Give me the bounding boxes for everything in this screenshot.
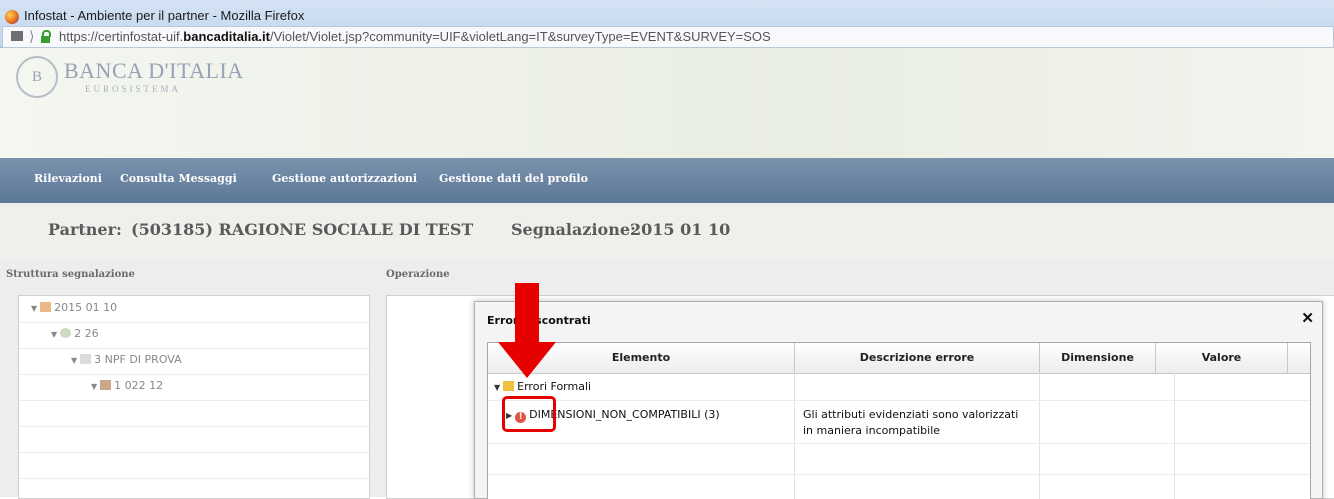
main-nav: Rilevazioni Consulta Messaggi Gestione a… xyxy=(0,158,1334,203)
tree-row xyxy=(19,400,369,427)
tree-row[interactable]: ▼ 3 NPF DI PROVA xyxy=(19,348,369,375)
lock-icon xyxy=(41,30,51,43)
nav-gestione-dati-profilo[interactable]: Gestione dati del profilo xyxy=(439,172,588,185)
segnalazione-label: Segnalazione: xyxy=(511,220,636,239)
url-text[interactable]: https://certinfostat-uif.bancaditalia.it… xyxy=(59,29,771,44)
row-description-line2: in maniera incompatibile xyxy=(803,424,941,437)
firefox-icon xyxy=(5,10,19,24)
briefcase-icon xyxy=(100,380,112,390)
table-row xyxy=(488,444,1310,475)
node-icon xyxy=(60,328,72,338)
window-title: Infostat - Ambiente per il partner - Moz… xyxy=(24,8,305,23)
table-row[interactable]: ▼ Errori Formali xyxy=(488,374,1310,401)
segnalazione-value: 2015 01 10 xyxy=(630,220,731,239)
logo-subtitle: EUROSISTEMA xyxy=(85,84,182,94)
operation-panel-title: Operazione xyxy=(386,269,450,280)
tree-row[interactable]: ▼ 2 26 xyxy=(19,322,369,349)
expand-triangle-icon[interactable]: ▼ xyxy=(91,382,97,391)
page-icon xyxy=(11,31,23,41)
nav-consulta-messaggi[interactable]: Consulta Messaggi xyxy=(120,172,237,185)
annotation-arrow xyxy=(515,283,539,343)
logo-name: BANCA D'ITALIA xyxy=(64,58,244,83)
bank-logo-icon: B xyxy=(16,56,58,98)
address-bar[interactable]: ⟩ https://certinfostat-uif.bancaditalia.… xyxy=(2,26,1334,48)
column-header-dimensione[interactable]: Dimensione xyxy=(1040,343,1156,373)
errors-table: Elemento Descrizione errore Dimensione V… xyxy=(487,342,1311,499)
row-element[interactable]: ▼ Errori Formali xyxy=(494,380,591,393)
tree-row xyxy=(19,452,369,479)
tree-panel-title: Struttura segnalazione xyxy=(6,269,135,280)
annotation-highlight-box xyxy=(502,396,556,432)
column-header-descrizione[interactable]: Descrizione errore xyxy=(795,343,1040,373)
nav-gestione-autorizzazioni[interactable]: Gestione autorizzazioni xyxy=(272,172,417,185)
site-header: B BANCA D'ITALIA EUROSISTEMA xyxy=(0,48,1334,158)
errors-dialog: Errori riscontrati ✕ Elemento Descrizion… xyxy=(474,301,1323,499)
info-row: Partner: (503185) RAGIONE SOCIALE DI TES… xyxy=(0,203,1334,259)
expand-triangle-icon[interactable]: ▼ xyxy=(31,304,37,313)
folder-icon xyxy=(503,381,515,391)
tree-node[interactable]: ▼ 2 26 xyxy=(51,327,99,340)
tree-row[interactable]: ▼ 1 022 12 xyxy=(19,374,369,401)
tree-node[interactable]: ▼ 3 NPF DI PROVA xyxy=(71,353,182,366)
chevron-right-icon: ⟩ xyxy=(29,28,35,44)
structure-tree: ▼ 2015 01 10 ▼ 2 26 ▼ 3 NPF DI PROVA ▼ 1 022… xyxy=(18,295,370,499)
partner-label: Partner: xyxy=(48,220,122,239)
browser-title-bar: Infostat - Ambiente per il partner - Moz… xyxy=(0,0,1334,48)
document-icon xyxy=(80,354,92,364)
column-header-valore[interactable]: Valore xyxy=(1156,343,1288,373)
tree-node[interactable]: ▼ 1 022 12 xyxy=(91,379,163,392)
tree-node[interactable]: ▼ 2015 01 10 xyxy=(31,301,117,314)
nav-rilevazioni[interactable]: Rilevazioni xyxy=(34,172,102,185)
table-row[interactable]: ▶! DIMENSIONI_NON_COMPATIBILI (3) Gli att… xyxy=(488,401,1310,444)
tree-row[interactable]: ▼ 2015 01 10 xyxy=(19,296,369,323)
row-description: Gli attributi evidenziati sono valorizza… xyxy=(803,408,1019,421)
expand-triangle-icon[interactable]: ▼ xyxy=(494,383,500,392)
tree-row xyxy=(19,426,369,453)
folder-icon xyxy=(40,302,52,312)
partner-value: (503185) RAGIONE SOCIALE DI TEST xyxy=(131,220,474,239)
expand-triangle-icon[interactable]: ▼ xyxy=(71,356,77,365)
close-icon[interactable]: ✕ xyxy=(1301,309,1314,327)
table-header: Elemento Descrizione errore Dimensione V… xyxy=(488,343,1310,374)
annotation-arrow-head xyxy=(498,342,556,378)
expand-triangle-icon[interactable]: ▼ xyxy=(51,330,57,339)
